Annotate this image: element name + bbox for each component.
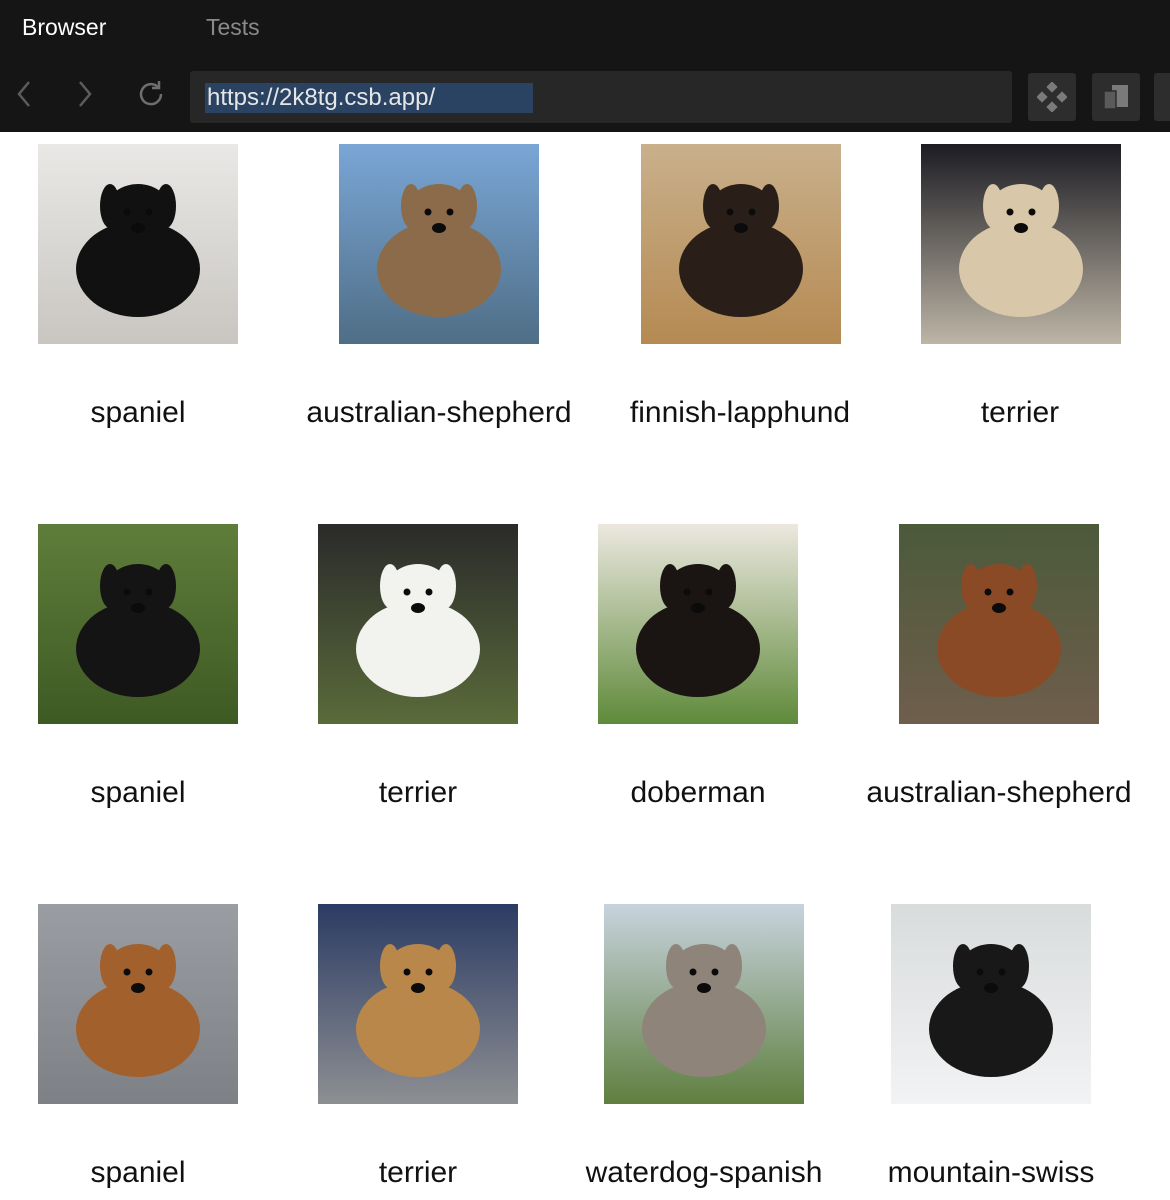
dog-photo [921, 144, 1121, 344]
dog-breed-label: spaniel [90, 776, 186, 809]
dog-photo [38, 144, 238, 344]
dog-photo [318, 904, 518, 1104]
back-button[interactable] [8, 78, 40, 110]
dog-breed-label: australian-shepherd [306, 396, 572, 429]
forward-button[interactable] [69, 78, 101, 110]
split-view-button[interactable] [1092, 73, 1140, 121]
dog-breed-label: terrier [378, 1156, 458, 1189]
dog-photo [318, 524, 518, 724]
dog-breed-label: spaniel [90, 396, 186, 429]
dog-breed-label: terrier [980, 396, 1060, 429]
chevron-left-icon [17, 81, 30, 107]
dog-breed-label: australian-shepherd [866, 776, 1132, 809]
url-input[interactable] [205, 83, 533, 113]
dog-photo [38, 524, 238, 724]
address-bar[interactable] [190, 71, 1012, 123]
dog-breed-label: mountain-swiss [887, 1156, 1095, 1189]
dog-photo [339, 144, 539, 344]
tab-bar: Browser Tests [0, 0, 1170, 56]
reload-icon [139, 81, 163, 106]
dog-breed-label: waterdog-spanish [585, 1156, 823, 1189]
tab-tests[interactable]: Tests [206, 14, 260, 41]
dog-gallery: spaniel australian-shepherd finnish-lapphu… [0, 132, 1170, 1200]
dog-breed-label: doberman [630, 776, 766, 809]
chevron-right-icon [79, 81, 92, 107]
dog-photo [38, 904, 238, 1104]
dog-photo [604, 904, 804, 1104]
diamond-grid-icon [1037, 82, 1067, 112]
dog-photo [891, 904, 1091, 1104]
dog-photo [899, 524, 1099, 724]
browser-toolbar [0, 56, 1170, 132]
dog-breed-label: spaniel [90, 1156, 186, 1189]
reload-button[interactable] [135, 78, 167, 110]
dog-photo [641, 144, 841, 344]
tab-browser[interactable]: Browser [22, 14, 106, 41]
copy-panels-icon [1103, 85, 1128, 110]
devtools-button[interactable] [1028, 73, 1076, 121]
dog-photo [598, 524, 798, 724]
dog-breed-label: finnish-lapphund [629, 396, 851, 429]
dog-breed-label: terrier [378, 776, 458, 809]
more-button[interactable] [1154, 73, 1170, 121]
